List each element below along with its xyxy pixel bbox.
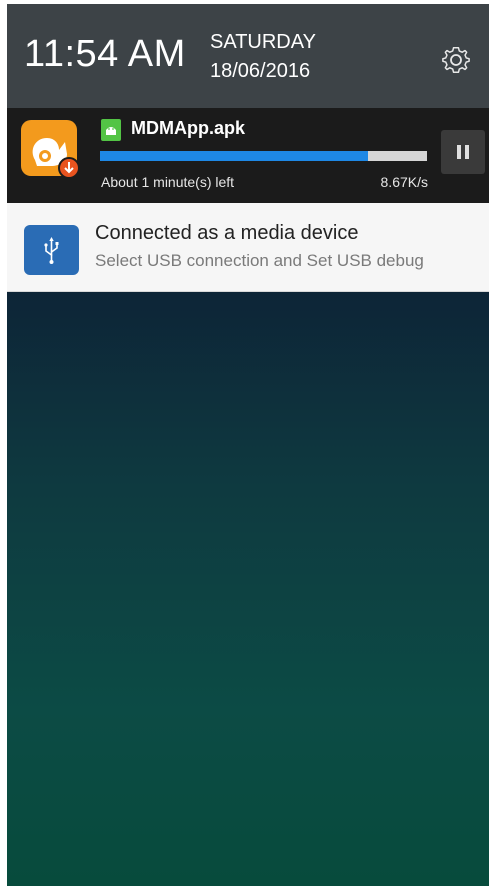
usb-notification-title: Connected as a media device [95,222,359,244]
date-label: 18/06/2016 [210,60,311,82]
time-remaining: About 1 minute(s) left [101,174,235,190]
settings-button[interactable] [440,43,472,75]
usb-notification-subtitle: Select USB connection and Set USB debug [95,251,424,270]
download-speed: 8.67K/s [380,174,428,190]
download-progress-bar [100,151,427,161]
pause-button[interactable] [441,130,485,174]
clock-time: 11:54 AM [24,33,186,75]
uc-browser-download-icon [21,120,81,180]
usb-notification[interactable]: Connected as a media device Select USB c… [7,203,489,292]
usb-icon [24,225,79,275]
day-of-week: SATURDAY [210,31,316,53]
gear-icon [442,46,470,74]
notification-shade: 11:54 AM SATURDAY 18/06/2016 MDMApp.apk … [7,4,489,886]
shade-header: 11:54 AM SATURDAY 18/06/2016 [7,4,489,108]
download-notification[interactable]: MDMApp.apk About 1 minute(s) left 8.67K/… [7,108,489,203]
download-progress-fill [100,151,369,161]
android-apk-icon [101,119,121,141]
file-name: MDMApp.apk [131,118,245,138]
